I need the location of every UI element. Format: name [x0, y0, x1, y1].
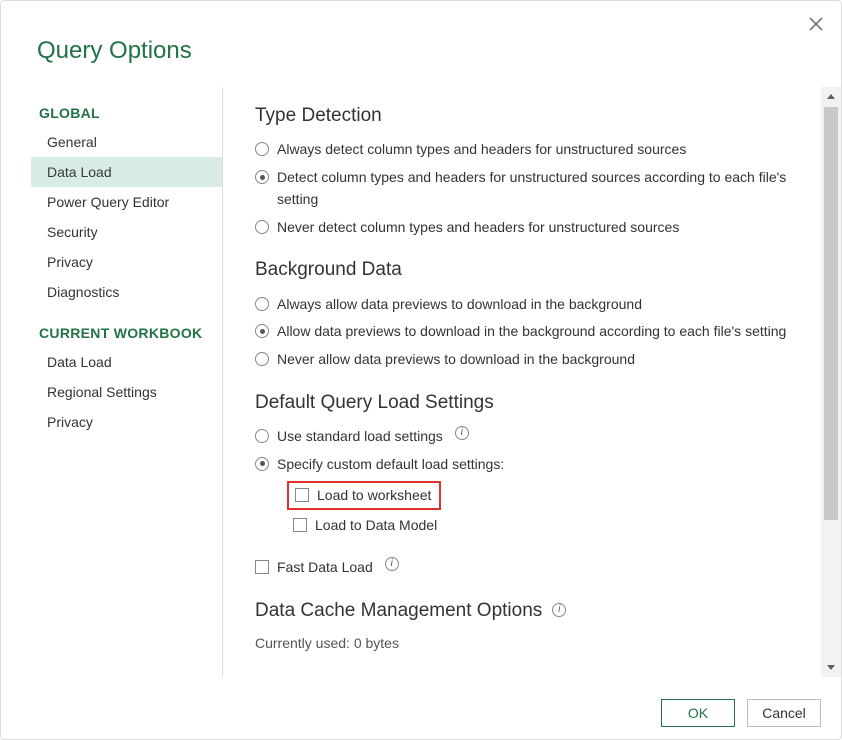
background-data-option-1[interactable]: Allow data previews to download in the b… [255, 318, 789, 346]
load-to-worksheet-highlight: Load to worksheet [287, 481, 441, 511]
info-icon[interactable]: i [455, 426, 469, 440]
dialog-footer: OK Cancel [661, 699, 821, 727]
load-to-data-model-checkbox [293, 518, 307, 532]
section-default-load: Default Query Load Settings [255, 388, 789, 417]
option-label: Specify custom default load settings: [277, 454, 504, 476]
radio-icon [255, 297, 269, 311]
section-data-cache-label: Data Cache Management Options [255, 596, 542, 625]
load-to-data-model-row[interactable]: Load to Data Model [293, 512, 789, 540]
option-label: Never allow data previews to download in… [277, 349, 635, 371]
option-label: Never detect column types and headers fo… [277, 217, 679, 239]
sidebar-item-security[interactable]: Security [31, 217, 222, 247]
scroll-up-arrow[interactable] [821, 87, 841, 107]
option-label: Detect column types and headers for unst… [277, 167, 789, 210]
query-options-dialog: Query Options GLOBAL General Data Load P… [0, 0, 842, 740]
background-data-option-2[interactable]: Never allow data previews to download in… [255, 346, 789, 374]
radio-icon [255, 220, 269, 234]
background-data-option-0[interactable]: Always allow data previews to download i… [255, 291, 789, 319]
info-icon[interactable]: i [385, 557, 399, 571]
cancel-button[interactable]: Cancel [747, 699, 821, 727]
sidebar-section-workbook: CURRENT WORKBOOK [31, 307, 222, 347]
radio-icon [255, 324, 269, 338]
dialog-title: Query Options [1, 13, 841, 73]
close-icon [809, 17, 823, 31]
type-detection-option-2[interactable]: Never detect column types and headers fo… [255, 214, 789, 242]
chevron-up-icon [825, 91, 837, 103]
sidebar-item-general[interactable]: General [31, 127, 222, 157]
load-to-worksheet-label: Load to worksheet [317, 485, 431, 507]
sidebar-item-wb-data-load[interactable]: Data Load [31, 347, 222, 377]
type-detection-option-0[interactable]: Always detect column types and headers f… [255, 136, 789, 164]
type-detection-option-1[interactable]: Detect column types and headers for unst… [255, 164, 789, 213]
radio-icon [255, 142, 269, 156]
default-load-option-1[interactable]: Specify custom default load settings: [255, 451, 789, 479]
load-to-data-model-label: Load to Data Model [315, 515, 437, 537]
section-background-data: Background Data [255, 255, 789, 284]
close-button[interactable] [805, 13, 827, 35]
scrollbar-thumb[interactable] [824, 107, 838, 520]
radio-icon [255, 457, 269, 471]
info-icon[interactable]: i [552, 603, 566, 617]
radio-icon [255, 352, 269, 366]
option-label: Use standard load settings [277, 426, 443, 448]
radio-icon [255, 429, 269, 443]
cache-currently-used: Currently used: 0 bytes [255, 631, 789, 655]
sidebar: GLOBAL General Data Load Power Query Edi… [1, 87, 223, 677]
section-type-detection: Type Detection [255, 101, 789, 130]
scrollbar-track[interactable] [821, 107, 841, 657]
fast-data-load-checkbox [255, 560, 269, 574]
option-label: Always allow data previews to download i… [277, 294, 642, 316]
fast-data-load-label: Fast Data Load [277, 557, 373, 579]
sidebar-item-wb-regional-settings[interactable]: Regional Settings [31, 377, 222, 407]
radio-icon [255, 170, 269, 184]
settings-content: Type Detection Always detect column type… [223, 87, 821, 677]
option-label: Allow data previews to download in the b… [277, 321, 786, 343]
chevron-down-icon [825, 661, 837, 673]
section-data-cache: Data Cache Management Options i [255, 596, 566, 625]
sidebar-item-data-load[interactable]: Data Load [31, 157, 222, 187]
option-label: Always detect column types and headers f… [277, 139, 686, 161]
load-to-worksheet-checkbox[interactable] [295, 488, 309, 502]
sidebar-item-privacy[interactable]: Privacy [31, 247, 222, 277]
ok-button[interactable]: OK [661, 699, 735, 727]
fast-data-load-row[interactable]: Fast Data Load i [255, 554, 789, 582]
sidebar-item-diagnostics[interactable]: Diagnostics [31, 277, 222, 307]
vertical-scrollbar[interactable] [821, 87, 841, 677]
scroll-down-arrow[interactable] [821, 657, 841, 677]
sidebar-section-global: GLOBAL [31, 87, 222, 127]
default-load-option-0[interactable]: Use standard load settings i [255, 423, 789, 451]
sidebar-item-wb-privacy[interactable]: Privacy [31, 407, 222, 437]
sidebar-item-power-query-editor[interactable]: Power Query Editor [31, 187, 222, 217]
